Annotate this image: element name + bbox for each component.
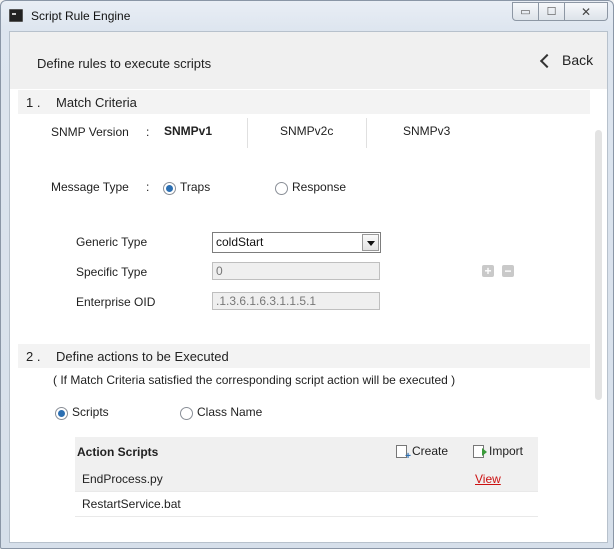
plus-icon[interactable]: +: [482, 265, 494, 277]
back-label: Back: [562, 52, 594, 68]
window-title: Script Rule Engine: [31, 9, 131, 23]
page-header: Define rules to execute scripts Back: [10, 32, 607, 89]
app-window: Script Rule Engine ▭ ☐ ✕ Define rules to…: [0, 0, 614, 549]
page-title: Define rules to execute scripts: [37, 56, 212, 71]
minus-icon[interactable]: −: [502, 265, 514, 277]
scrollbar-thumb[interactable]: [595, 130, 602, 400]
snmp-colon: :: [146, 125, 150, 139]
class-name-label[interactable]: Class Name: [197, 405, 262, 419]
enterprise-oid-field[interactable]: .1.3.6.1.6.3.1.1.5.1: [212, 292, 380, 310]
chevron-left-icon: [539, 53, 555, 68]
minimize-icon: ▭: [520, 6, 531, 18]
close-icon: ✕: [580, 4, 592, 19]
scripts-label[interactable]: Scripts: [72, 405, 109, 419]
title-bar[interactable]: Script Rule Engine ▭ ☐ ✕: [1, 1, 613, 31]
table-header: Action Scripts Create Import: [75, 437, 538, 467]
response-radio[interactable]: [275, 182, 288, 195]
import-icon: [473, 444, 487, 458]
generic-type-value: coldStart: [216, 235, 264, 249]
back-button[interactable]: Back: [539, 52, 594, 68]
close-button[interactable]: ✕: [565, 2, 608, 21]
minimize-button[interactable]: ▭: [512, 2, 539, 21]
tab-snmpv3[interactable]: SNMPv3: [403, 124, 450, 146]
create-button[interactable]: Create: [396, 444, 449, 462]
enterprise-oid-label: Enterprise OID: [76, 295, 156, 309]
table-row[interactable]: RestartService.bat: [75, 492, 538, 516]
traps-label[interactable]: Traps: [180, 180, 210, 194]
window-controls: ▭ ☐ ✕: [512, 2, 608, 21]
generic-type-select[interactable]: coldStart: [212, 232, 381, 253]
message-type-label: Message Type: [51, 180, 129, 194]
row-divider: [75, 516, 538, 517]
tab-divider: [247, 118, 248, 148]
maximize-icon: ☐: [546, 6, 557, 18]
content-panel: Define rules to execute scripts Back 1 .…: [9, 31, 608, 543]
dropdown-arrow-icon[interactable]: [362, 234, 379, 251]
section-number: 2 .: [26, 349, 41, 364]
tab-snmpv2c[interactable]: SNMPv2c: [280, 124, 333, 146]
maximize-button[interactable]: ☐: [539, 2, 565, 21]
script-name: EndProcess.py: [82, 472, 163, 486]
message-type-colon: :: [146, 180, 150, 194]
generic-type-label: Generic Type: [76, 235, 148, 249]
action-scripts-table: Action Scripts Create Import EndProcess.…: [75, 437, 538, 542]
import-label: Import: [489, 444, 524, 458]
new-document-icon: [396, 444, 411, 462]
section-actions: 2 . Define actions to be Executed: [18, 344, 590, 368]
specific-type-label: Specific Type: [76, 265, 148, 279]
section-match-criteria: 1 . Match Criteria: [18, 90, 590, 114]
scripts-radio[interactable]: [55, 407, 68, 420]
view-link[interactable]: View: [475, 472, 501, 486]
table-row[interactable]: EndProcess.py View: [75, 467, 538, 491]
console-app-icon: [9, 9, 23, 22]
script-name: RestartService.bat: [82, 497, 181, 511]
create-label: Create: [412, 444, 449, 458]
traps-radio[interactable]: [163, 182, 176, 195]
class-name-radio[interactable]: [180, 407, 193, 420]
table-title: Action Scripts: [77, 445, 159, 459]
snmp-version-label: SNMP Version: [51, 125, 129, 139]
tab-divider: [366, 118, 367, 148]
section-title: Define actions to be Executed: [56, 349, 229, 364]
specific-type-field[interactable]: 0: [212, 262, 380, 280]
section-title: Match Criteria: [56, 95, 137, 110]
section-number: 1 .: [26, 95, 41, 110]
tab-snmpv1[interactable]: SNMPv1: [164, 124, 212, 146]
response-label[interactable]: Response: [292, 180, 346, 194]
actions-note: ( If Match Criteria satisfied the corres…: [53, 373, 456, 387]
import-button[interactable]: Import: [473, 444, 523, 458]
